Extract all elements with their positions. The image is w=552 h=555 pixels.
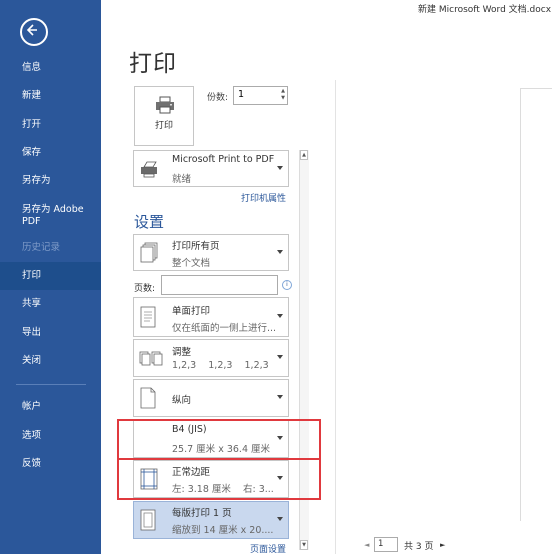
print-range-select[interactable]: 打印所有页 整个文档 bbox=[133, 234, 289, 271]
back-arrow-icon[interactable] bbox=[20, 18, 48, 46]
page-title: 打印 bbox=[129, 51, 177, 77]
scroll-up-icon[interactable]: ▲ bbox=[300, 150, 308, 160]
sidebar-item-save-as[interactable]: 另存为 bbox=[0, 175, 101, 187]
pages-input[interactable] bbox=[161, 275, 278, 295]
spin-arrows-icon[interactable]: ▲ ▼ bbox=[281, 88, 285, 102]
chevron-down-icon bbox=[277, 165, 283, 170]
pages-label: 页数: bbox=[134, 284, 156, 294]
printer-icon bbox=[156, 96, 174, 114]
print-sides-select[interactable]: 单面打印 仅在纸面的一侧上进行... bbox=[133, 297, 289, 337]
pages-per-sheet-sub: 缩放到 14 厘米 x 20.... bbox=[172, 525, 274, 536]
scroll-down-icon[interactable]: ▼ bbox=[300, 540, 308, 550]
sidebar-item-info[interactable]: 信息 bbox=[0, 62, 101, 74]
orientation-label: 纵向 bbox=[172, 395, 192, 406]
sidebar-item-save[interactable]: 保存 bbox=[0, 147, 101, 159]
print-sides-sub: 仅在纸面的一侧上进行... bbox=[172, 323, 277, 334]
chevron-down-icon bbox=[277, 355, 283, 359]
print-range-sub: 整个文档 bbox=[172, 258, 211, 269]
preview-page bbox=[520, 88, 552, 521]
print-button-label: 打印 bbox=[154, 121, 173, 131]
sidebar-item-export[interactable]: 导出 bbox=[0, 327, 101, 339]
chevron-down-icon bbox=[277, 249, 283, 254]
highlight-margins bbox=[117, 458, 321, 500]
portrait-icon bbox=[140, 387, 156, 409]
collate-icon bbox=[139, 351, 163, 366]
copies-value: 1 bbox=[238, 89, 245, 100]
sidebar-item-options[interactable]: 选项 bbox=[0, 430, 101, 442]
previous-page-icon[interactable]: ◄ bbox=[364, 541, 369, 549]
backstage-sidebar: 信息 新建 打开 保存 另存为 另存为 Adobe PDF 历史记录 打印 共享… bbox=[0, 0, 101, 554]
chevron-down-icon bbox=[277, 314, 283, 318]
print-sides-label: 单面打印 bbox=[172, 306, 211, 317]
sidebar-item-account[interactable]: 帐户 bbox=[0, 401, 101, 413]
printer-status: 就绪 bbox=[172, 174, 192, 185]
collate-select[interactable]: 调整 1,2,3 1,2,3 1,2,3 bbox=[133, 339, 289, 377]
sidebar-item-close[interactable]: 关闭 bbox=[0, 355, 101, 367]
sidebar-item-save-as-pdf[interactable]: 另存为 Adobe PDF bbox=[0, 204, 100, 228]
settings-heading: 设置 bbox=[134, 213, 165, 231]
print-button[interactable]: 打印 bbox=[134, 86, 194, 146]
pages-per-sheet-select[interactable]: 每版打印 1 页 缩放到 14 厘米 x 20.... bbox=[133, 501, 289, 539]
page-number-input[interactable]: 1 bbox=[374, 537, 398, 552]
info-icon[interactable]: i bbox=[282, 280, 292, 290]
sidebar-item-open[interactable]: 打开 bbox=[0, 119, 101, 131]
sidebar-item-share[interactable]: 共享 bbox=[0, 298, 101, 310]
single-page-icon bbox=[140, 306, 156, 328]
sidebar-item-new[interactable]: 新建 bbox=[0, 90, 101, 102]
collate-label: 调整 bbox=[172, 347, 192, 358]
sidebar-divider bbox=[16, 384, 86, 385]
next-page-icon[interactable]: ► bbox=[440, 541, 445, 549]
pages-stack-icon bbox=[140, 242, 158, 263]
sidebar-item-history: 历史记录 bbox=[22, 242, 61, 253]
page-icon bbox=[140, 509, 156, 531]
printer-select[interactable]: Microsoft Print to PDF 就绪 bbox=[133, 150, 289, 187]
printer-device-icon bbox=[141, 161, 157, 178]
sidebar-item-print[interactable]: 打印 bbox=[0, 262, 101, 290]
chevron-down-icon bbox=[277, 395, 283, 399]
collate-sub: 1,2,3 1,2,3 1,2,3 bbox=[172, 360, 269, 371]
total-pages: 共 3 页 bbox=[404, 542, 434, 552]
copies-label: 份数: bbox=[207, 93, 229, 103]
orientation-select[interactable]: 纵向 bbox=[133, 379, 289, 417]
highlight-paper-size bbox=[117, 419, 321, 460]
pages-per-sheet-label: 每版打印 1 页 bbox=[172, 508, 232, 519]
printer-properties-link[interactable]: 打印机属性 bbox=[241, 191, 286, 204]
chevron-down-icon bbox=[277, 517, 283, 521]
sidebar-item-feedback[interactable]: 反馈 bbox=[0, 458, 101, 470]
document-title: 新建 Microsoft Word 文档.docx bbox=[418, 5, 552, 15]
copies-stepper[interactable]: 1 ▲ ▼ bbox=[233, 86, 288, 105]
printer-name: Microsoft Print to PDF bbox=[172, 154, 275, 165]
preview-divider bbox=[335, 80, 336, 554]
print-range-label: 打印所有页 bbox=[172, 241, 220, 252]
page-setup-link[interactable]: 页面设置 bbox=[250, 542, 286, 555]
